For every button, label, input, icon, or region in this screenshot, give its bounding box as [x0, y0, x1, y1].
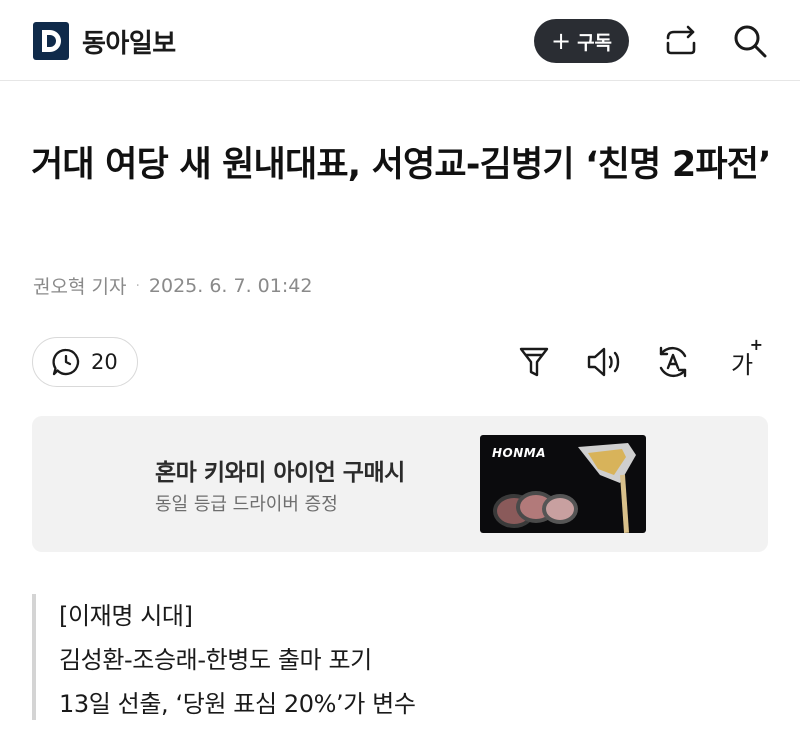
subscribe-label: 구독 [577, 31, 613, 54]
font-size-plus: + [749, 334, 764, 354]
top-header: 동아일보 + 구독 [0, 0, 800, 81]
publish-datetime: 2025. 6. 7. 01:42 [148, 274, 313, 297]
donga-logo-icon [33, 22, 69, 60]
translate-icon[interactable] [653, 342, 693, 382]
listen-icon[interactable] [584, 342, 624, 382]
golf-clubs-image [493, 443, 636, 533]
brand-name: 동아일보 [82, 28, 176, 59]
ad-subtitle: 동일 등급 드라이버 증정 [155, 494, 338, 515]
comment-icon [52, 348, 80, 376]
article-summary: [이재명 시대] 김성환-조승래-한병도 출마 포기 13일 선출, ‘당원 표… [32, 594, 768, 720]
byline-separator: · [135, 277, 140, 294]
summary-line: [이재명 시대] [59, 602, 193, 630]
ad-banner[interactable]: 혼마 키와미 아이언 구매시 동일 등급 드라이버 증정 HONMA [32, 416, 768, 552]
share-icon[interactable] [660, 20, 702, 62]
filter-icon[interactable] [514, 342, 554, 382]
summary-line: 13일 선출, ‘당원 표심 20%’가 변수 [59, 690, 416, 718]
byline: 권오혁 기자 · 2025. 6. 7. 01:42 [33, 272, 312, 299]
summary-line: 김성환-조승래-한병도 출마 포기 [59, 646, 372, 674]
article-headline: 거대 여당 새 원내대표, 서영교-김병기 ‘친명 2파전’ [31, 145, 771, 185]
ad-title: 혼마 키와미 아이언 구매시 [155, 460, 405, 486]
subscribe-button[interactable]: + 구독 [534, 19, 629, 63]
font-size-glyph: 가 + [730, 335, 763, 380]
author-name[interactable]: 권오혁 기자 [33, 272, 126, 299]
comment-count: 20 [91, 350, 118, 374]
font-size-icon[interactable]: 가 + [722, 335, 763, 382]
plus-icon: + [550, 27, 572, 55]
comment-button[interactable]: 20 [32, 337, 138, 387]
ad-product-image: HONMA [480, 435, 646, 533]
search-icon[interactable] [729, 20, 771, 62]
font-size-label: 가 [730, 350, 754, 379]
brand[interactable]: 동아일보 [33, 21, 176, 61]
